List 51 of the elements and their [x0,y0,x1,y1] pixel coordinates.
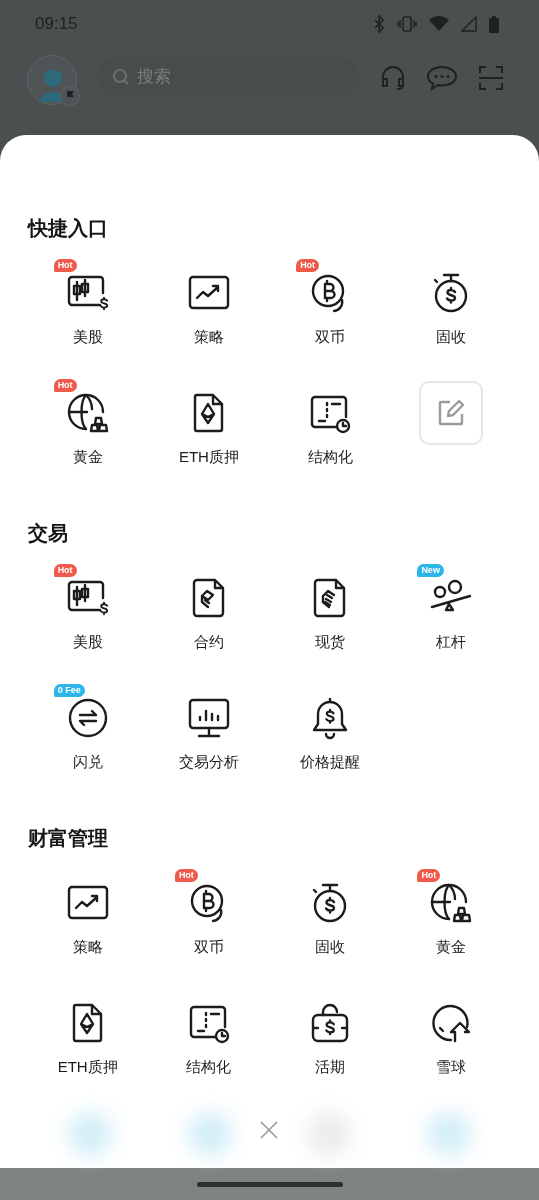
shortcut-item[interactable]: 闪兑 [63,694,112,772]
shortcut-item[interactable]: 美股 [63,574,112,652]
shortcut-item[interactable]: 双币 [184,879,233,957]
shortcut-item[interactable]: 黄金 [63,389,112,467]
shortcut-item[interactable]: 策略 [63,879,112,957]
badge: Hot [53,564,77,577]
section-title: 快捷入口 [26,216,109,241]
shortcut-item[interactable]: 交易分析 [178,694,239,772]
shortcut-item[interactable]: 结构化 [306,389,355,467]
shortcut-item[interactable]: 杠杆 [427,574,476,652]
shortcut-item[interactable]: 固收 [427,269,476,347]
section-title: 财富管理 [27,826,109,851]
flag-badge-icon [60,86,80,106]
shortcut-item[interactable]: 固收 [306,879,355,957]
shortcut-item[interactable]: 结构化 [184,999,233,1077]
avatar[interactable] [27,55,77,105]
section-title: 交易 [27,521,69,546]
close-icon [260,1121,278,1139]
faded-icon [67,1112,112,1156]
faded-icon [187,1112,232,1156]
vibrate-icon [397,16,417,32]
shortcut-item[interactable]: 黄金 [427,879,476,957]
shortcut-item[interactable]: ETH质押 [57,999,118,1077]
edit-icon [436,398,467,428]
scan-icon[interactable] [478,65,504,91]
badge: Hot [53,379,77,392]
badge: 0 Fee [53,684,85,697]
shortcut-item[interactable]: 价格提醒 [300,694,361,772]
signal-icon [461,16,477,32]
chat-icon[interactable] [426,65,458,91]
shortcut-item[interactable]: 策略 [184,269,233,347]
shortcut-item[interactable]: 双币 [306,269,355,347]
badge: Hot [53,259,77,272]
bluetooth-icon [373,15,385,33]
badge: Hot [296,259,320,272]
edit-button[interactable] [419,381,484,445]
shortcut-item[interactable]: 合约 [184,574,233,652]
shortcut-item[interactable]: 活期 [306,999,355,1077]
wifi-icon [429,16,449,32]
badge: New [417,564,444,577]
badge: Hot [174,869,198,882]
shortcut-item[interactable]: 雪球 [427,999,476,1077]
search-icon [112,68,130,86]
badge: Hot [417,869,441,882]
shortcut-item[interactable]: 美股 [63,269,112,347]
headset-icon[interactable] [380,65,406,91]
shortcut-item[interactable]: 现货 [306,574,355,652]
faded-icon [427,1112,472,1156]
battery-icon [489,15,499,33]
shortcut-item[interactable]: ETH质押 [178,389,239,467]
home-indicator[interactable] [196,1181,343,1187]
